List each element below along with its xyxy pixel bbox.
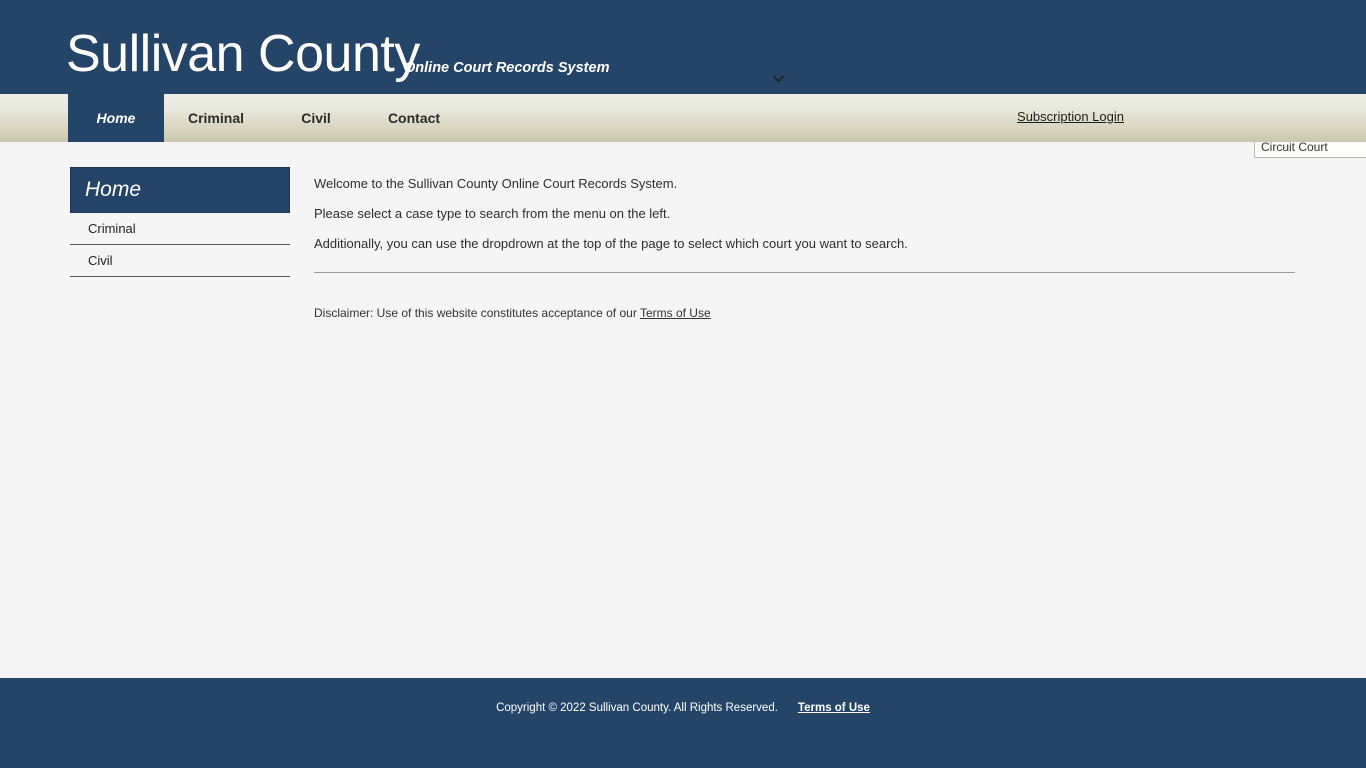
nav-item-criminal[interactable]: Criminal [164, 94, 268, 142]
footer-content: Copyright © 2022 Sullivan County. All Ri… [0, 702, 1366, 714]
nav-item-civil[interactable]: Civil [268, 94, 364, 142]
site-subtitle: Online Court Records System [404, 60, 610, 76]
disclaimer: Disclaimer: Use of this website constitu… [314, 306, 711, 320]
court-select-wrapper[interactable]: Circuit Court [627, 68, 1366, 158]
welcome-line-1: Welcome to the Sullivan County Online Co… [314, 176, 678, 191]
disclaimer-terms-link[interactable]: Terms of Use [640, 306, 711, 320]
site-title: Sullivan County [66, 25, 420, 83]
sidebar-header-home: Home [70, 167, 290, 213]
nav-items: Home Criminal Civil Contact [68, 94, 464, 142]
sidebar-item-criminal[interactable]: Criminal [70, 213, 290, 245]
footer-terms-link[interactable]: Terms of Use [798, 702, 870, 714]
subscription-login-link[interactable]: Subscription Login [1017, 109, 1124, 124]
page-root: Sullivan County Online Court Records Sys… [0, 0, 1366, 768]
welcome-line-2: Please select a case type to search from… [314, 206, 671, 221]
site-footer: Copyright © 2022 Sullivan County. All Ri… [0, 678, 1366, 768]
content-divider [314, 272, 1295, 273]
footer-copyright: Copyright © 2022 Sullivan County. All Ri… [496, 702, 778, 714]
main-navigation: Home Criminal Civil Contact [0, 94, 1366, 142]
welcome-line-3: Additionally, you can use the dropdrown … [314, 236, 908, 251]
chevron-down-icon [773, 74, 784, 84]
sidebar-item-civil[interactable]: Civil [70, 245, 290, 277]
nav-item-contact[interactable]: Contact [364, 94, 464, 142]
site-header: Sullivan County Online Court Records Sys… [0, 0, 1366, 158]
nav-item-home[interactable]: Home [68, 94, 164, 142]
main-content: Welcome to the Sullivan County Online Co… [314, 176, 1296, 252]
sidebar: Home Criminal Civil [70, 167, 290, 277]
disclaimer-text: Disclaimer: Use of this website constitu… [314, 306, 640, 320]
